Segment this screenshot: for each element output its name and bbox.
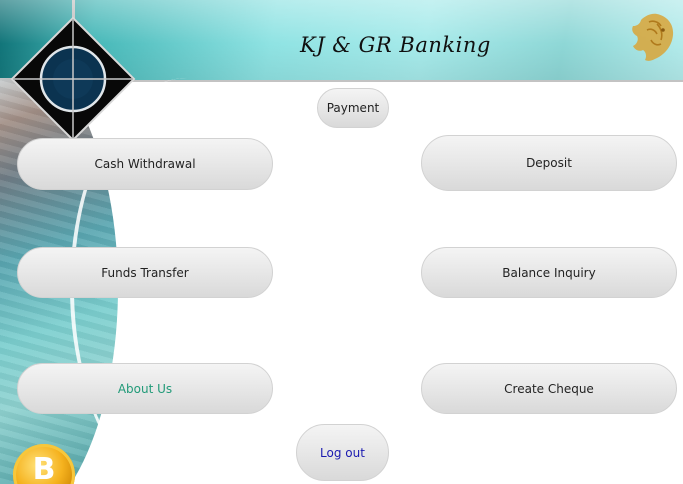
- banking-window: KJ & GR Banking B Payment Cash Withdrawa…: [0, 0, 683, 484]
- cash-withdrawal-button[interactable]: Cash Withdrawal: [17, 138, 273, 190]
- log-out-button[interactable]: Log out: [296, 424, 389, 481]
- coin-symbol: B: [32, 452, 56, 484]
- create-cheque-button[interactable]: Create Cheque: [421, 363, 677, 414]
- balance-inquiry-button[interactable]: Balance Inquiry: [421, 247, 677, 298]
- app-title: KJ & GR Banking: [300, 33, 491, 57]
- crosshair-diamond-logo: [10, 16, 136, 142]
- deposit-button[interactable]: Deposit: [421, 135, 677, 191]
- payment-button[interactable]: Payment: [317, 88, 389, 128]
- about-us-button[interactable]: About Us: [17, 363, 273, 414]
- lion-head-icon: [632, 13, 674, 61]
- funds-transfer-button[interactable]: Funds Transfer: [17, 247, 273, 298]
